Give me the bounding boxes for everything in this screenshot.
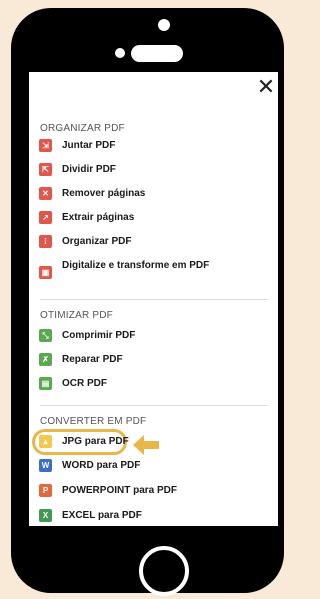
organize-icon: ⁞ — [39, 235, 52, 248]
scan-icon: ▣ — [39, 266, 52, 279]
camera-icon — [158, 19, 170, 31]
section-divider — [40, 405, 268, 406]
section-divider — [40, 299, 268, 300]
menu-screen: ✕ ORGANIZAR PDF ⇲ Juntar PDF ⇱ Dividir P… — [29, 72, 278, 526]
menu-item-word-para-pdf[interactable]: W WORD para PDF — [39, 458, 269, 476]
menu-item-ocr-pdf[interactable]: ▤ OCR PDF — [39, 376, 269, 394]
menu-item-digitalize[interactable]: ▣ Digitalize e transforme em PDF — [39, 258, 269, 288]
section-title-converter: CONVERTER EM PDF — [40, 416, 147, 427]
ocr-icon: ▤ — [39, 377, 52, 390]
menu-item-organizar-pdf[interactable]: ⁞ Organizar PDF — [39, 234, 269, 252]
menu-item-extrair-paginas[interactable]: ↗ Extrair páginas — [39, 210, 269, 228]
word-icon: W — [39, 459, 52, 472]
menu-item-excel-para-pdf[interactable]: X EXCEL para PDF — [39, 508, 269, 526]
excel-icon: X — [39, 509, 52, 522]
jpg-icon: ▴ — [39, 435, 52, 448]
merge-icon: ⇲ — [39, 139, 52, 152]
menu-item-dividir-pdf[interactable]: ⇱ Dividir PDF — [39, 162, 269, 180]
sensor-icon — [115, 48, 125, 58]
menu-item-juntar-pdf[interactable]: ⇲ Juntar PDF — [39, 138, 269, 156]
extract-pages-icon: ↗ — [39, 211, 52, 224]
remove-pages-icon: ✕ — [39, 187, 52, 200]
section-title-otimizar: OTIMIZAR PDF — [40, 310, 113, 321]
speaker-icon — [131, 45, 183, 62]
menu-item-powerpoint-para-pdf[interactable]: P POWERPOINT para PDF — [39, 483, 269, 501]
close-icon[interactable]: ✕ — [255, 76, 277, 98]
arrow-left-icon — [133, 435, 159, 455]
home-button[interactable] — [139, 546, 189, 596]
split-icon: ⇱ — [39, 163, 52, 176]
menu-item-reparar-pdf[interactable]: ✗ Reparar PDF — [39, 352, 269, 370]
compress-icon: ⤡ — [39, 329, 52, 342]
menu-item-remover-paginas[interactable]: ✕ Remover páginas — [39, 186, 269, 204]
powerpoint-icon: P — [39, 484, 52, 497]
section-title-organizar: ORGANIZAR PDF — [40, 123, 125, 134]
repair-icon: ✗ — [39, 353, 52, 366]
menu-item-comprimir-pdf[interactable]: ⤡ Comprimir PDF — [39, 328, 269, 346]
